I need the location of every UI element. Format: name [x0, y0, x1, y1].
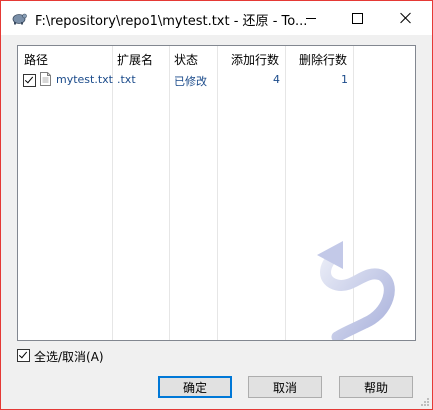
revert-swirl-icon: [317, 241, 395, 340]
select-all-label[interactable]: 全选/取消(A): [34, 348, 104, 365]
revert-dialog-window: F:\repository\repo1\mytest.txt - 还原 - To…: [0, 0, 433, 410]
file-list[interactable]: 路径 扩展名 状态 添加行数 删除行数 mytest.txt .txt 已修改 …: [17, 45, 416, 341]
title-bar[interactable]: F:\repository\repo1\mytest.txt - 还原 - To…: [1, 1, 432, 35]
cell-added-lines: 4: [273, 73, 280, 86]
cell-path: mytest.txt: [56, 73, 113, 86]
column-header-removed-lines[interactable]: 删除行数: [299, 51, 347, 68]
select-all-checkbox-box[interactable]: [17, 349, 30, 362]
tortoise-icon: [12, 13, 27, 25]
cancel-button[interactable]: 取消: [248, 376, 322, 398]
maximize-icon: [351, 12, 363, 24]
close-button[interactable]: [380, 1, 432, 35]
minimize-button[interactable]: [288, 1, 334, 35]
column-header-added-lines[interactable]: 添加行数: [231, 51, 279, 68]
window-title: F:\repository\repo1\mytest.txt - 还原 - To…: [35, 14, 308, 29]
maximize-button[interactable]: [334, 1, 380, 35]
column-divider: [169, 46, 170, 340]
column-header-extension[interactable]: 扩展名: [117, 51, 153, 68]
cell-status: 已修改: [174, 75, 207, 88]
table-row[interactable]: mytest.txt .txt 已修改 4 1: [18, 71, 415, 89]
help-button[interactable]: 帮助: [339, 376, 413, 398]
column-divider: [285, 46, 286, 340]
column-divider: [217, 46, 218, 340]
column-divider: [112, 46, 113, 340]
text-file-icon: [40, 72, 51, 86]
ok-button[interactable]: 确定: [158, 376, 232, 398]
minimize-icon: [306, 17, 316, 19]
cell-extension: .txt: [117, 73, 136, 86]
row-checkbox[interactable]: [23, 74, 36, 87]
cell-removed-lines: 1: [341, 73, 348, 86]
column-header-status[interactable]: 状态: [174, 51, 198, 68]
column-header-path[interactable]: 路径: [24, 51, 48, 68]
close-icon: [400, 12, 412, 24]
resize-grip-icon[interactable]: [420, 397, 430, 407]
